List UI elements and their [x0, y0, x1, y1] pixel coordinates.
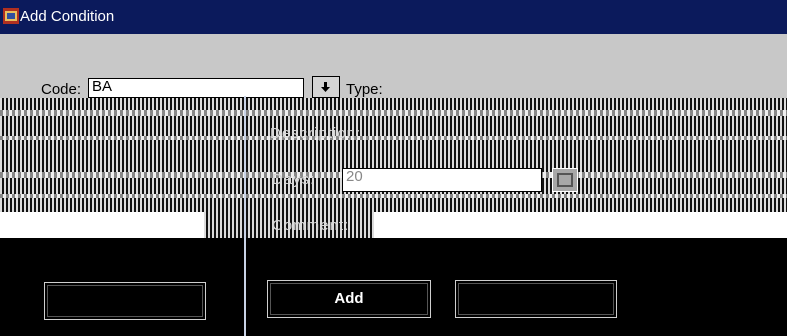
app-icon: [3, 8, 19, 24]
arrow-down-icon: [321, 82, 330, 92]
days-field[interactable]: 20: [342, 168, 542, 192]
form-area: Code: BA Type:: [0, 34, 787, 98]
code-label: Code:: [41, 81, 82, 98]
left-field[interactable]: [0, 212, 204, 238]
comment-label: Comment:: [272, 217, 350, 234]
divider-line: [244, 96, 246, 336]
add-button[interactable]: Add: [267, 280, 431, 318]
title-bar: Add Condition: [0, 0, 787, 34]
left-button[interactable]: [44, 282, 206, 320]
type-label: Type:: [346, 81, 383, 98]
days-label: Days:: [272, 171, 316, 188]
comment-field[interactable]: [374, 212, 787, 238]
lookup-icon: [557, 173, 573, 187]
code-dropdown-button[interactable]: [312, 76, 340, 98]
description-label: Description:: [270, 125, 362, 142]
days-lookup-button[interactable]: [552, 168, 578, 192]
code-field[interactable]: BA: [88, 78, 304, 98]
window-title: Add Condition: [20, 8, 115, 25]
right-button[interactable]: [455, 280, 617, 318]
